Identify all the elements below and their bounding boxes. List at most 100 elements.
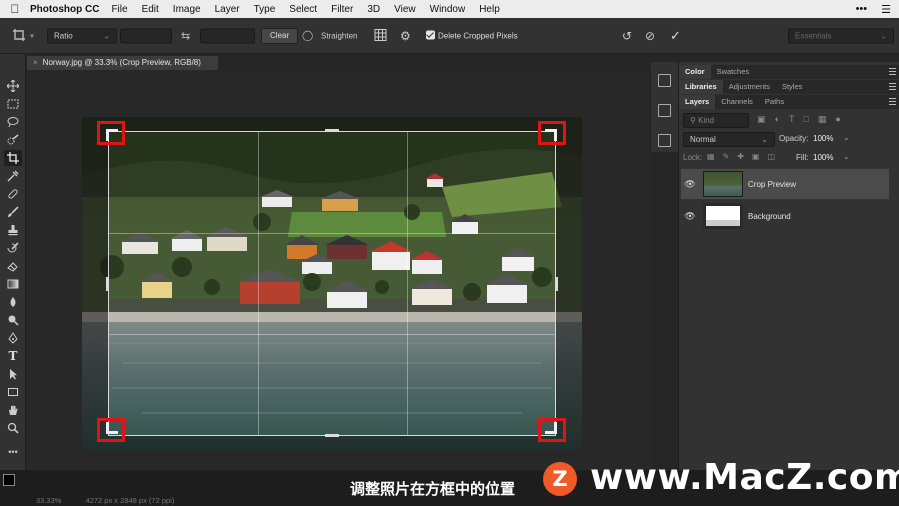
fill-value[interactable]: 100% bbox=[813, 153, 833, 162]
layer-kind-filter[interactable]: ⚲ Kind bbox=[683, 113, 749, 128]
filter-shape-icon[interactable]: □ bbox=[803, 114, 808, 125]
filter-smart-object-icon[interactable]: ▦ bbox=[818, 114, 827, 125]
zoom-level[interactable]: 33.33% bbox=[36, 496, 61, 505]
workspace-dropdown[interactable]: Essentials ⌄ bbox=[788, 28, 894, 43]
lock-artboard-icon[interactable]: ▣ bbox=[752, 152, 760, 161]
app-menu-photoshop[interactable]: Photoshop CC bbox=[30, 4, 99, 15]
menu-type[interactable]: Type bbox=[254, 4, 276, 15]
menu-filter[interactable]: Filter bbox=[331, 4, 353, 15]
visibility-eye-icon[interactable]: 👁 bbox=[681, 211, 699, 222]
menu-select[interactable]: Select bbox=[289, 4, 317, 15]
tab-paths[interactable]: Paths bbox=[759, 95, 790, 109]
rectangle-tool-icon[interactable] bbox=[4, 384, 22, 400]
tab-color[interactable]: Color bbox=[679, 65, 711, 79]
lock-position-icon[interactable]: ✚ bbox=[737, 152, 744, 161]
menu-help[interactable]: Help bbox=[479, 4, 500, 15]
crop-handle-left[interactable] bbox=[106, 277, 109, 291]
filter-pixel-icon[interactable]: ▣ bbox=[757, 114, 766, 125]
crop-corner-top-left[interactable] bbox=[97, 121, 125, 145]
clone-stamp-tool-icon[interactable] bbox=[4, 222, 22, 238]
eraser-tool-icon[interactable] bbox=[4, 258, 22, 274]
close-tab-icon[interactable]: × bbox=[33, 58, 38, 67]
tab-channels[interactable]: Channels bbox=[715, 95, 759, 109]
menu-view[interactable]: View bbox=[394, 4, 416, 15]
menu-image[interactable]: Image bbox=[173, 4, 201, 15]
crop-box[interactable] bbox=[108, 131, 556, 436]
filter-type-icon[interactable]: T bbox=[789, 114, 795, 125]
pen-tool-icon[interactable] bbox=[4, 330, 22, 346]
straighten-button[interactable]: Straighten bbox=[321, 31, 357, 40]
healing-brush-tool-icon[interactable] bbox=[4, 186, 22, 202]
crop-corner-bottom-right[interactable] bbox=[538, 418, 566, 442]
ratio-height-field[interactable] bbox=[200, 28, 255, 43]
delete-cropped-checkbox[interactable] bbox=[426, 30, 435, 41]
properties-panel-icon[interactable] bbox=[658, 104, 671, 117]
apple-icon[interactable]:  bbox=[0, 2, 30, 16]
overlay-grid-icon[interactable] bbox=[374, 28, 387, 43]
lock-all-icon[interactable]: ◫ bbox=[768, 152, 776, 161]
document-tab[interactable]: × Norway.jpg @ 33.3% (Crop Preview, RGB/8… bbox=[27, 56, 218, 70]
list-menu-icon[interactable]: ☰ bbox=[881, 3, 891, 16]
chevron-down-icon[interactable]: ⌄ bbox=[843, 152, 850, 161]
type-tool-icon[interactable]: T bbox=[4, 348, 22, 364]
history-panel-icon[interactable] bbox=[658, 74, 671, 87]
ratio-dropdown[interactable]: Ratio ⌄ bbox=[47, 28, 117, 43]
menu-3d[interactable]: 3D bbox=[367, 4, 380, 15]
filter-toggle-icon[interactable]: ● bbox=[835, 114, 840, 125]
panel-menu-icon[interactable] bbox=[889, 68, 896, 75]
more-tools-icon[interactable]: ••• bbox=[4, 444, 22, 460]
gradient-tool-icon[interactable] bbox=[4, 276, 22, 292]
tab-adjustments[interactable]: Adjustments bbox=[723, 80, 776, 94]
commit-check-icon[interactable]: ✓ bbox=[670, 28, 681, 44]
move-tool-icon[interactable] bbox=[4, 78, 22, 94]
straighten-icon[interactable]: ◯ bbox=[302, 30, 313, 41]
filter-adjustment-icon[interactable]: ◐ bbox=[775, 114, 780, 125]
layer-row-crop-preview[interactable]: 👁 Crop Preview bbox=[681, 169, 889, 199]
chevron-down-icon[interactable]: ⌄ bbox=[843, 133, 850, 142]
crop-corner-top-right[interactable] bbox=[538, 121, 566, 145]
brush-tool-icon[interactable] bbox=[4, 204, 22, 220]
menu-window[interactable]: Window bbox=[430, 4, 466, 15]
layer-row-background[interactable]: 👁 Background bbox=[681, 201, 889, 231]
reset-icon[interactable]: ↺ bbox=[622, 29, 632, 43]
opacity-value[interactable]: 100% bbox=[813, 134, 833, 143]
menu-layer[interactable]: Layer bbox=[215, 4, 240, 15]
panel-menu-icon[interactable] bbox=[889, 83, 896, 90]
paragraph-panel-icon[interactable] bbox=[658, 134, 671, 147]
blend-mode-dropdown[interactable]: Normal ⌄ bbox=[683, 132, 775, 147]
swap-dimensions-icon[interactable]: ⇆ bbox=[181, 29, 190, 42]
crop-corner-bottom-left[interactable] bbox=[97, 418, 125, 442]
tab-layers[interactable]: Layers bbox=[679, 95, 716, 109]
gear-icon[interactable]: ⚙ bbox=[400, 29, 411, 43]
tab-styles[interactable]: Styles bbox=[776, 80, 808, 94]
eyedropper-tool-icon[interactable] bbox=[4, 168, 22, 184]
zoom-tool-icon[interactable] bbox=[4, 420, 22, 436]
menu-edit[interactable]: Edit bbox=[142, 4, 159, 15]
blur-tool-icon[interactable] bbox=[4, 294, 22, 310]
tab-swatches[interactable]: Swatches bbox=[711, 65, 756, 79]
visibility-eye-icon[interactable]: 👁 bbox=[681, 179, 699, 190]
lock-transparent-icon[interactable]: ▦ bbox=[707, 152, 715, 161]
crop-handle-top[interactable] bbox=[325, 129, 339, 132]
more-dots-icon[interactable]: ••• bbox=[856, 3, 868, 15]
preset-chevron-icon[interactable]: ▾ bbox=[30, 31, 34, 40]
foreground-color-swatch[interactable] bbox=[3, 474, 15, 486]
dodge-tool-icon[interactable] bbox=[4, 312, 22, 328]
quick-selection-tool-icon[interactable] bbox=[4, 132, 22, 148]
crop-tool-icon[interactable] bbox=[4, 150, 22, 166]
crop-handle-right[interactable] bbox=[555, 277, 558, 291]
path-selection-tool-icon[interactable] bbox=[4, 366, 22, 382]
menu-file[interactable]: File bbox=[111, 4, 127, 15]
clear-button[interactable]: Clear bbox=[261, 27, 299, 44]
lock-paint-icon[interactable]: ✎ bbox=[723, 152, 730, 161]
lasso-tool-icon[interactable] bbox=[4, 114, 22, 130]
cancel-icon[interactable]: ⊘ bbox=[645, 29, 655, 43]
panel-menu-icon[interactable] bbox=[889, 98, 896, 105]
ratio-width-field[interactable] bbox=[120, 28, 172, 43]
crop-tool-preset-icon[interactable] bbox=[12, 28, 26, 44]
hand-tool-icon[interactable] bbox=[4, 402, 22, 418]
history-brush-tool-icon[interactable] bbox=[4, 240, 22, 256]
crop-handle-bottom[interactable] bbox=[325, 434, 339, 437]
tab-libraries[interactable]: Libraries bbox=[679, 80, 723, 94]
marquee-tool-icon[interactable] bbox=[4, 96, 22, 112]
